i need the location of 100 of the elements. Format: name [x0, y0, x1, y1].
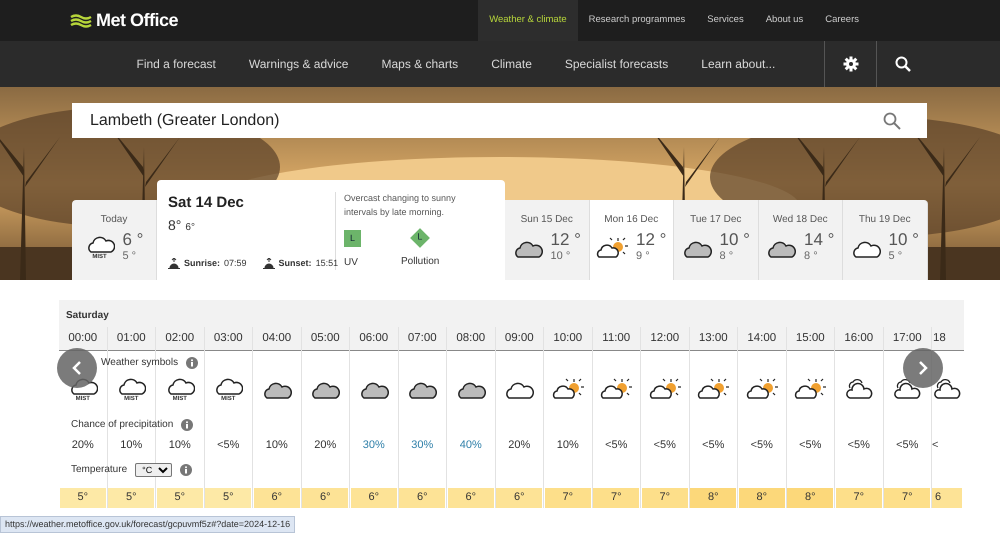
info-icon	[180, 464, 192, 476]
precipitation-value: <	[932, 438, 938, 453]
logo-icon	[70, 12, 92, 28]
sunset-icon	[262, 258, 275, 269]
hour-heading: 02:00	[156, 327, 204, 351]
precipitation-value: <5%	[654, 438, 676, 453]
nav-link[interactable]: Services	[696, 0, 755, 41]
day-label: Mon 16 Dec	[604, 213, 658, 227]
previous-button[interactable]	[57, 348, 97, 388]
sunrise-label: Sunrise:	[184, 256, 220, 270]
day-card[interactable]: Wed 18 Dec 14 ° 8 °	[758, 200, 843, 280]
chevron-right-icon	[918, 361, 928, 375]
temperature-cell: 6	[932, 488, 962, 508]
precipitation-value: <5%	[217, 438, 240, 453]
nav-link[interactable]: Research programmes	[578, 0, 696, 41]
precipitation-value: 30%	[411, 438, 434, 453]
low-temperature: 8 °	[804, 249, 819, 264]
precipitation-value: 10%	[168, 438, 191, 453]
hour-heading: 12:00	[641, 327, 688, 351]
temperature-cell: 5°	[156, 488, 203, 508]
nav-link[interactable]: Warnings & advice	[232, 55, 365, 73]
low-temperature: 5 °	[888, 249, 904, 264]
logo-text: Met Office	[96, 9, 178, 32]
pollution-label: Pollution	[401, 255, 440, 269]
uv-indicator: L	[344, 230, 361, 247]
low-temperature: 5 °	[122, 249, 138, 264]
hour-heading: 09:00	[496, 327, 543, 351]
low-temperature: 9 °	[636, 249, 651, 264]
hour-heading: 17:00	[884, 327, 931, 351]
hour-heading: 01:00	[108, 327, 155, 351]
temperature-cell: 6°	[350, 488, 397, 508]
day-title: Sat 14 Dec	[168, 193, 245, 213]
row-label: Weather symbols	[101, 356, 178, 370]
precipitation-value: 40%	[460, 438, 482, 453]
temperature-cell: 5°	[60, 488, 106, 508]
temperature-cell: 5°	[108, 488, 154, 508]
high-temperature: 6 °	[122, 231, 144, 248]
nav-link[interactable]: Learn about...	[684, 55, 792, 73]
nav-link[interactable]: Climate	[474, 55, 548, 73]
temperature-cell: 7°	[593, 488, 640, 508]
row-label: Chance of precipitation	[71, 418, 174, 432]
precipitation-value: 30%	[362, 438, 385, 453]
temperature-cell: 5°	[205, 488, 252, 508]
day-label: Tue 17 Dec	[690, 213, 742, 227]
high-temperature: 12 °	[636, 231, 666, 248]
nav-link[interactable]: Maps & charts	[364, 55, 475, 73]
hour-heading: 06:00	[350, 327, 398, 351]
temperature-cell: 6°	[254, 488, 300, 508]
temperature-cell: 7°	[836, 488, 882, 508]
hour-heading: 03:00	[204, 327, 252, 351]
precipitation-value: 20%	[72, 438, 94, 453]
precipitation-value: <5%	[799, 438, 822, 453]
precipitation-value: <5%	[848, 438, 870, 453]
precipitation-value: 20%	[314, 438, 336, 453]
search-field[interactable]: Lambeth (Greater London)	[72, 103, 927, 138]
search-icon	[883, 112, 901, 130]
nav-link[interactable]: Careers	[814, 0, 870, 41]
precipitation-value: <5%	[702, 438, 724, 453]
low-temperature: 6°	[185, 220, 195, 234]
hour-heading: 13:00	[690, 327, 737, 351]
unit-select[interactable]: °C	[135, 462, 172, 476]
precipitation-value: <5%	[605, 438, 628, 453]
day-heading: Saturday	[59, 300, 964, 327]
temperature-cell: 8°	[690, 488, 736, 508]
temperature-cell: 6°	[399, 488, 446, 508]
status-url: https://weather.metoffice.gov.uk/forecast/gcpuvmf5z#?date=2024-12-16	[0, 516, 296, 533]
hour-heading: 18	[932, 327, 964, 351]
forecast-summary: Overcast changing to sunny intervals by late morning.	[344, 192, 457, 219]
day-label: Sun 15 Dec	[520, 213, 573, 227]
temperature-cell: 6°	[496, 488, 542, 508]
high-temperature: 14 °	[804, 231, 834, 248]
temperature-cell: 6°	[448, 488, 494, 508]
day-card[interactable]: Mon 16 Dec 12 ° 9 °	[590, 200, 674, 280]
sunrise-icon	[168, 258, 180, 269]
high-temperature: 10 °	[888, 231, 919, 248]
hour-heading: 16:00	[835, 327, 882, 351]
temperature-cell: 6°	[302, 488, 348, 508]
info-icon	[181, 418, 194, 430]
chevron-left-icon	[72, 361, 82, 375]
search-icon	[894, 56, 910, 72]
nav-link[interactable]: About us	[754, 0, 814, 41]
temperature-cell: 7°	[884, 488, 930, 508]
precipitation-value: <5%	[750, 438, 773, 453]
day-card[interactable]: Sun 15 Dec 12 ° 10 °	[505, 200, 590, 280]
sunset-time: 15:51	[316, 256, 338, 270]
low-temperature: 10 °	[550, 249, 572, 264]
day-card[interactable]: Tue 17 Dec 10 ° 8 °	[674, 200, 758, 280]
uv-label: UV	[344, 256, 359, 270]
temperature-cell: 8°	[787, 488, 834, 508]
precipitation-value: 20%	[508, 438, 530, 453]
nav-link[interactable]: Specialist forecasts	[548, 55, 685, 73]
low-temperature: 8 °	[720, 249, 734, 264]
day-card[interactable]: Thu 19 Dec 10 ° 5 °	[843, 200, 928, 280]
precipitation-value: 10%	[556, 438, 579, 453]
pollution-indicator: L	[410, 228, 430, 248]
hour-heading: 11:00	[592, 327, 640, 351]
row-label: Temperature	[71, 463, 128, 477]
nav-link[interactable]: Weather & climate	[478, 0, 578, 41]
nav-link[interactable]: Find a forecast	[120, 55, 232, 73]
high-temperature: 10 °	[720, 231, 750, 248]
